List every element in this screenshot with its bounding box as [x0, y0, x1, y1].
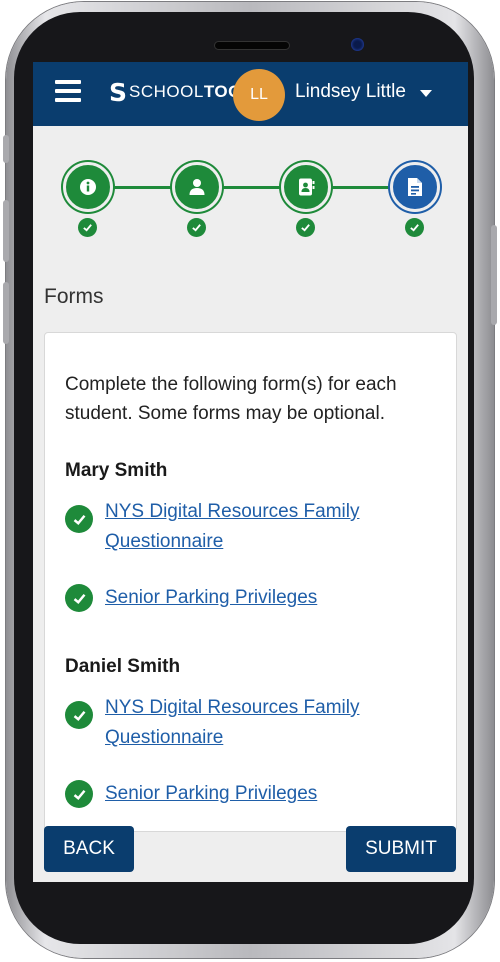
logo-mark: S [109, 77, 128, 107]
top-app-bar: S SCHOOLTOOL LL Lindsey Little [33, 62, 468, 126]
forms-instructions: Complete the following form(s) for each … [65, 374, 397, 424]
schooltool-logo: S SCHOOLTOOL [109, 77, 253, 107]
phone-volume-down-button [3, 282, 9, 344]
hamburger-menu-icon[interactable] [55, 80, 81, 102]
form-link[interactable]: Senior Parking Privileges [105, 583, 317, 613]
contact-book-icon [299, 178, 315, 196]
step-info[interactable] [63, 162, 113, 212]
person-icon [189, 179, 205, 195]
student-name: Mary Smith [65, 460, 168, 481]
step-forms-check-icon [405, 218, 424, 237]
check-circle-icon [65, 584, 93, 612]
avatar[interactable]: LL [233, 69, 285, 121]
user-menu-name[interactable]: Lindsey Little [295, 81, 406, 103]
phone-camera [351, 38, 364, 51]
list-item: NYS Digital Resources Family Questionnai… [65, 497, 445, 557]
step-contacts-check-icon [296, 218, 315, 237]
progress-stepper [33, 155, 468, 245]
list-item: Senior Parking Privileges [65, 583, 445, 613]
phone-speaker [214, 41, 290, 50]
student-name: Daniel Smith [65, 656, 181, 677]
phone-volume-up-button [3, 200, 9, 262]
document-icon [408, 178, 422, 196]
chevron-down-icon[interactable] [420, 90, 432, 97]
page-title: Forms [44, 285, 104, 308]
submit-button[interactable]: SUBMIT [346, 826, 456, 872]
form-link[interactable]: NYS Digital Resources Family Questionnai… [105, 693, 445, 753]
form-link[interactable]: NYS Digital Resources Family Questionnai… [105, 497, 445, 557]
check-circle-icon [65, 505, 93, 533]
step-student[interactable] [172, 162, 222, 212]
forms-card: Complete the following form(s) for each … [44, 332, 457, 832]
step-connector [88, 186, 418, 189]
step-contacts[interactable] [281, 162, 331, 212]
app-screen: S SCHOOLTOOL LL Lindsey Little Forms Com… [33, 62, 468, 882]
check-circle-icon [65, 780, 93, 808]
form-link[interactable]: Senior Parking Privileges [105, 779, 317, 809]
list-item: NYS Digital Resources Family Questionnai… [65, 693, 445, 753]
phone-power-button [491, 225, 497, 325]
step-info-check-icon [78, 218, 97, 237]
phone-side-button [3, 135, 9, 163]
step-student-check-icon [187, 218, 206, 237]
list-item: Senior Parking Privileges [65, 779, 445, 809]
back-button[interactable]: BACK [44, 826, 134, 872]
info-icon [80, 179, 96, 195]
step-forms[interactable] [390, 162, 440, 212]
check-circle-icon [65, 701, 93, 729]
